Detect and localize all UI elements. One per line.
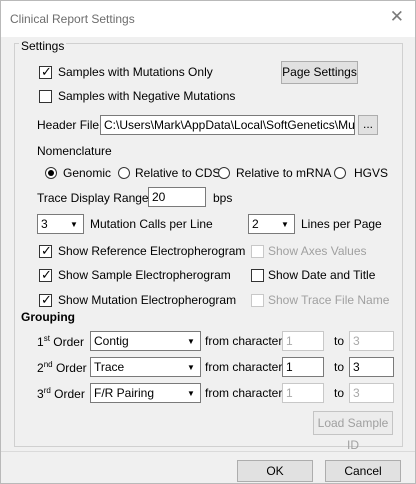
radio-relative-mrna-label: Relative to mRNA [236,166,332,180]
order-2-label: 2nd Order [37,360,87,375]
radio-relative-cds-label: Relative to CDS [135,166,221,180]
order-1-label: 1st Order [37,334,84,349]
order-2-from-input[interactable]: 1 [282,357,324,377]
chevron-down-icon: ▼ [187,336,195,346]
trace-display-range-input[interactable]: 20 [148,187,206,207]
mutation-calls-select[interactable]: 3 ▼ [37,214,84,234]
order-3-from-label: from character [205,386,283,400]
mutation-calls-label: Mutation Calls per Line [90,217,213,231]
samples-with-mutations-label: Samples with Mutations Only [58,65,213,79]
chevron-down-icon: ▼ [70,219,78,229]
show-trace-file-checkbox[interactable] [251,294,264,307]
chevron-down-icon: ▼ [187,388,195,398]
checkmark-icon: ✓ [41,292,52,307]
order-2-select[interactable]: Trace ▼ [90,357,201,377]
show-axes-label: Show Axes Values [268,244,367,258]
order-1-select[interactable]: Contig ▼ [90,331,201,351]
order-3-from-input[interactable]: 1 [282,383,324,403]
checkmark-icon: ✓ [41,267,52,282]
show-reference-checkbox[interactable]: ✓ [39,243,52,258]
order-1-to-label: to [334,334,345,348]
show-date-label: Show Date and Title [268,268,376,282]
order-3-value: F/R Pairing [94,386,155,400]
trace-display-range-unit: bps [213,191,233,205]
show-date-checkbox[interactable] [251,269,264,282]
chevron-down-icon: ▼ [187,362,195,372]
browse-button[interactable]: ... [358,115,378,135]
header-file-input[interactable]: C:\Users\Mark\AppData\Local\SoftGenetics… [100,115,355,135]
load-sample-id-button[interactable]: Load Sample ID [313,411,393,452]
show-reference-label: Show Reference Electropherogram [58,244,246,258]
show-mutation-checkbox[interactable]: ✓ [39,292,52,307]
order-1-from-input[interactable]: 1 [282,331,324,351]
page-settings-button[interactable]: Page Settings [281,61,358,84]
window-title: Clinical Report Settings [10,12,135,26]
mutation-calls-value: 3 [41,217,48,231]
show-sample-checkbox[interactable]: ✓ [39,267,52,282]
radio-genomic-label: Genomic [63,166,112,180]
order-3-select[interactable]: F/R Pairing ▼ [90,383,201,403]
radio-relative-mrna[interactable] [218,167,230,179]
lines-per-page-label: Lines per Page [301,217,382,231]
order-2-value: Trace [94,360,125,374]
cancel-button[interactable]: Cancel [325,460,401,482]
settings-group-label: Settings [19,39,67,53]
dialog-window: Clinical Report Settings ✕ Settings ✓ Sa… [0,0,416,484]
radio-genomic[interactable] [45,167,57,179]
lines-per-page-select[interactable]: 2 ▼ [248,214,295,234]
title-bar: Clinical Report Settings ✕ [1,1,415,37]
samples-with-negative-mutations-checkbox[interactable] [39,90,52,103]
lines-per-page-value: 2 [252,217,259,231]
order-2-to-label: to [334,360,345,374]
order-3-to-label: to [334,386,345,400]
nomenclature-label: Nomenclature [37,144,112,158]
chevron-down-icon: ▼ [281,219,289,229]
order-1-from-label: from character [205,334,283,348]
order-1-value: Contig [94,334,129,348]
order-3-to-input[interactable]: 3 [349,383,394,403]
order-1-to-input[interactable]: 3 [349,331,394,351]
ok-button[interactable]: OK [237,460,313,482]
checkmark-icon: ✓ [41,243,52,258]
header-file-label: Header File: [37,118,103,132]
order-2-to-input[interactable]: 3 [349,357,394,377]
show-axes-checkbox[interactable] [251,245,264,258]
radio-relative-cds[interactable] [118,167,130,179]
samples-with-mutations-checkbox[interactable]: ✓ [39,64,52,79]
samples-with-negative-mutations-label: Samples with Negative Mutations [58,89,236,103]
divider [1,451,415,452]
radio-hgvs[interactable] [334,167,346,179]
grouping-label: Grouping [21,310,75,324]
trace-display-range-label: Trace Display Range [37,191,149,205]
show-mutation-label: Show Mutation Electropherogram [58,293,237,307]
show-sample-label: Show Sample Electropherogram [58,268,231,282]
radio-hgvs-label: HGVS [354,166,389,180]
order-2-from-label: from character [205,360,283,374]
show-trace-file-label: Show Trace File Name [268,293,390,307]
checkmark-icon: ✓ [41,64,52,79]
order-3-label: 3rd Order [37,386,85,401]
close-icon[interactable]: ✕ [390,8,404,25]
